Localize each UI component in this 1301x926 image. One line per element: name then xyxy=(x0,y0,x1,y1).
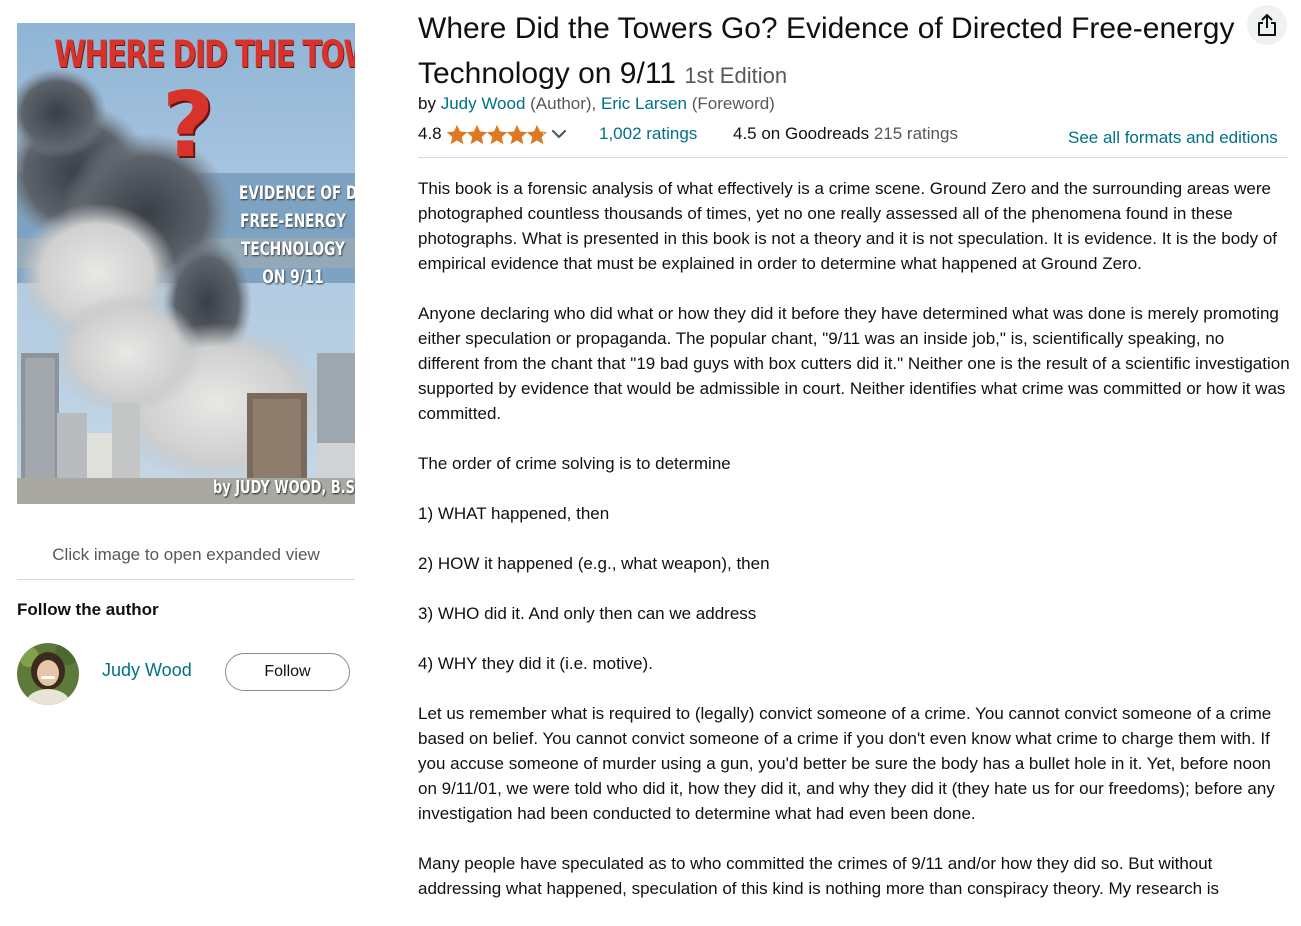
ratings-count-link[interactable]: 1,002 ratings xyxy=(599,124,697,144)
star-icon xyxy=(527,125,547,145)
cover-subtitle-line: ON 9/11 xyxy=(262,266,324,288)
star-icon xyxy=(507,125,527,145)
book-cover-image[interactable]: WHERE DID THE TOWERS GO ? EVIDENCE OF DI… xyxy=(17,23,355,504)
cover-subtitle-line: EVIDENCE OF DIRECTED xyxy=(239,182,355,204)
divider xyxy=(17,579,355,580)
goodreads-rating: 4.5 on Goodreads 215 ratings xyxy=(733,124,958,144)
description-paragraph: The order of crime solving is to determi… xyxy=(418,454,731,473)
chevron-down-icon[interactable] xyxy=(551,129,567,140)
description-paragraph: 2) HOW it happened (e.g., what weapon), … xyxy=(418,554,770,573)
share-button[interactable] xyxy=(1247,5,1287,45)
goodreads-ratings-count: 215 ratings xyxy=(873,124,958,143)
star-icon xyxy=(467,125,487,145)
expand-image-hint: Click image to open expanded view xyxy=(52,545,320,564)
book-title: Where Did the Towers Go? Evidence of Dir… xyxy=(418,12,1235,90)
share-icon xyxy=(1258,14,1276,36)
product-title: Where Did the Towers Go? Evidence of Dir… xyxy=(418,6,1238,98)
description-paragraph: Anyone declaring who did what or how the… xyxy=(418,304,1290,423)
cover-title: WHERE DID THE TOWERS GO xyxy=(54,33,355,76)
star-icon xyxy=(487,125,507,145)
foreword-role: (Foreword) xyxy=(687,94,775,113)
star-icon xyxy=(447,125,467,145)
follow-button[interactable]: Follow xyxy=(225,653,350,691)
description-paragraph: 4) WHY they did it (i.e. motive). xyxy=(418,654,653,673)
average-rating: 4.8 xyxy=(418,124,442,143)
goodreads-score: 4.5 on Goodreads xyxy=(733,124,870,143)
description-paragraph: Let us remember what is required to (leg… xyxy=(418,704,1275,823)
byline: by Judy Wood (Author), Eric Larsen (Fore… xyxy=(418,94,775,114)
author-role: (Author), xyxy=(525,94,602,113)
description-paragraph: This book is a forensic analysis of what… xyxy=(418,179,1277,273)
author-avatar[interactable] xyxy=(17,643,79,705)
follow-author-heading: Follow the author xyxy=(17,600,159,619)
foreword-author-link[interactable]: Eric Larsen xyxy=(601,94,687,113)
description-paragraph: 1) WHAT happened, then xyxy=(418,504,610,523)
cover-subtitle-line: TECHNOLOGY xyxy=(241,238,345,260)
star-rating[interactable] xyxy=(447,125,547,145)
edition-label: 1st Edition xyxy=(684,63,788,88)
author-link[interactable]: Judy Wood xyxy=(441,94,526,113)
author-name-link[interactable]: Judy Wood xyxy=(102,660,192,681)
cover-subtitle: EVIDENCE OF DIRECTED FREE-ENERGY TECHNOL… xyxy=(239,179,355,291)
divider xyxy=(418,157,1288,158)
description-paragraph: 3) WHO did it. And only then can we addr… xyxy=(418,604,757,623)
see-all-formats-link[interactable]: See all formats and editions xyxy=(1068,128,1278,148)
cover-question-mark: ? xyxy=(162,73,215,178)
cover-subtitle-line: FREE-ENERGY xyxy=(240,210,346,232)
byline-prefix: by xyxy=(418,94,441,113)
book-description: This book is a forensic analysis of what… xyxy=(418,176,1290,926)
author-photo xyxy=(17,643,79,705)
description-paragraph: Many people have speculated as to who co… xyxy=(418,854,1220,898)
cover-author: by JUDY WOOD, B.S., M.S., Ph.D. xyxy=(213,477,355,498)
